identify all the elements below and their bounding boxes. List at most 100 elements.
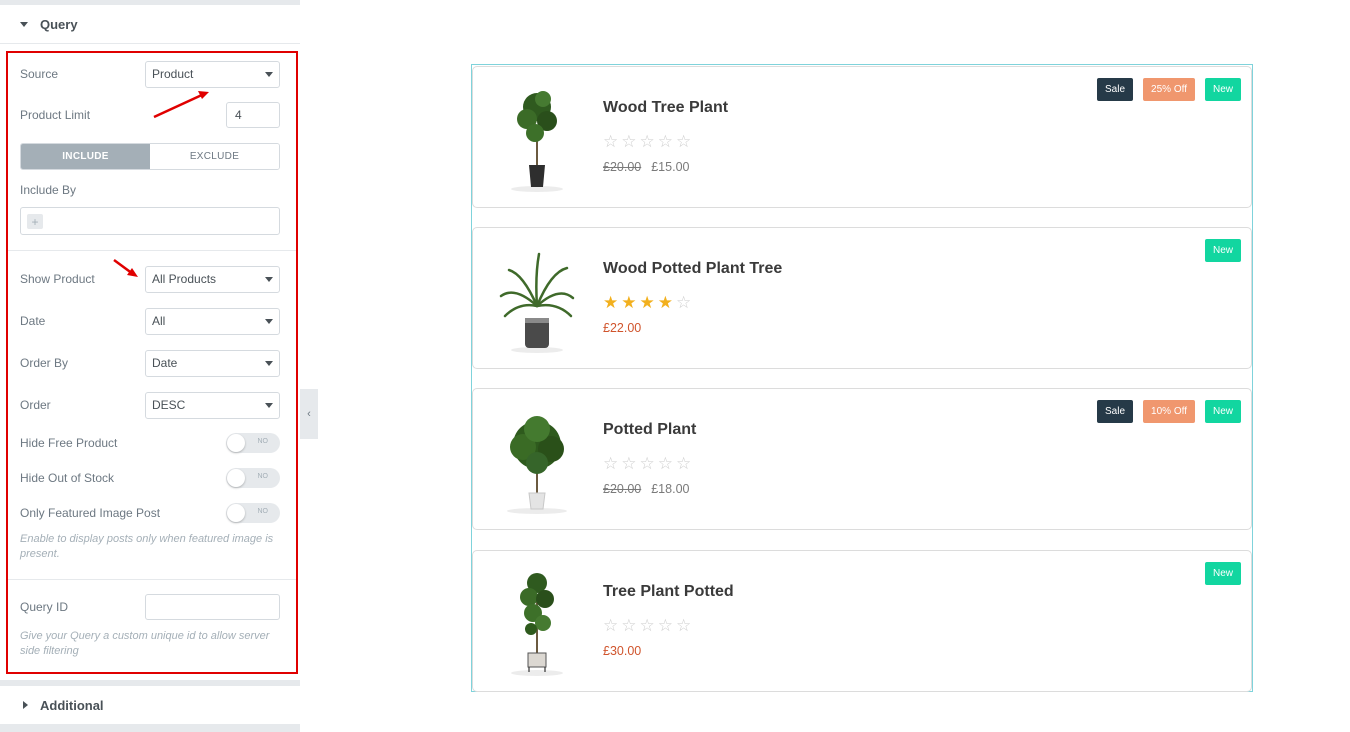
- badge-group: Sale 25% Off New: [1097, 78, 1241, 101]
- toggle-state: NO: [257, 473, 269, 480]
- star-icon: ☆: [639, 616, 655, 635]
- star-icon: ★: [603, 293, 619, 312]
- panel-collapse-button[interactable]: ‹: [300, 389, 318, 439]
- date-row: Date All: [20, 307, 280, 335]
- only-featured-toggle[interactable]: NO: [226, 503, 280, 523]
- star-icon: ★: [657, 293, 673, 312]
- badge-group: New: [1204, 239, 1241, 262]
- product-image: [507, 416, 567, 514]
- toggle-knob: [227, 504, 245, 522]
- star-rating: ☆ ☆ ☆ ☆ ☆: [603, 455, 691, 472]
- toggle-knob: [227, 434, 245, 452]
- additional-section-header[interactable]: Additional: [0, 686, 300, 724]
- hide-free-row: Hide Free Product NO: [20, 429, 280, 457]
- star-icon: ☆: [603, 616, 619, 635]
- order-value: DESC: [152, 398, 186, 412]
- current-price: £18.00: [651, 482, 690, 496]
- order-by-select[interactable]: Date: [145, 349, 280, 377]
- product-card[interactable]: Wood Tree Plant ☆ ☆ ☆ ☆ ☆ £20.00 £15.00 Sale…: [472, 66, 1252, 208]
- toggle-state: NO: [257, 438, 269, 445]
- sale-badge: Sale: [1097, 400, 1134, 423]
- hide-out-of-stock-toggle[interactable]: NO: [226, 468, 280, 488]
- annotation-arrows: [113, 91, 209, 277]
- star-rating: ☆ ☆ ☆ ☆ ☆: [603, 133, 691, 150]
- star-icon: ☆: [676, 454, 692, 473]
- discount-badge: 25% Off: [1143, 78, 1195, 101]
- query-id-hint: Give your Query a custom unique id to al…: [20, 630, 270, 657]
- query-id-input[interactable]: [145, 594, 280, 620]
- query-id-label: Query ID: [20, 600, 69, 614]
- product-price: £20.00 £15.00: [603, 160, 689, 174]
- star-icon: ☆: [676, 132, 692, 151]
- current-price: £15.00: [651, 160, 690, 174]
- order-row: Order DESC: [20, 391, 280, 419]
- new-badge: New: [1204, 239, 1241, 262]
- current-price: £22.00: [603, 321, 642, 335]
- product-image: [511, 91, 563, 192]
- featured-hint: Enable to display posts only when featur…: [20, 533, 274, 560]
- product-name[interactable]: Potted Plant: [603, 421, 696, 439]
- star-icon: ☆: [621, 454, 637, 473]
- order-label: Order: [20, 398, 51, 412]
- star-icon: ☆: [657, 616, 673, 635]
- star-icon: ☆: [657, 454, 673, 473]
- product-name[interactable]: Tree Plant Potted: [603, 583, 734, 601]
- chevron-down-icon: [265, 402, 273, 408]
- star-icon: ☆: [603, 454, 619, 473]
- hide-free-label: Hide Free Product: [20, 436, 118, 450]
- chevron-down-icon: [265, 318, 273, 324]
- product-image: [511, 573, 563, 676]
- toggle-knob: [227, 469, 245, 487]
- star-icon: ☆: [676, 616, 692, 635]
- product-name[interactable]: Wood Potted Plant Tree: [603, 260, 782, 278]
- star-icon: ★: [621, 293, 637, 312]
- badge-group: Sale 10% Off New: [1097, 400, 1241, 423]
- only-featured-label: Only Featured Image Post: [20, 506, 161, 520]
- toggle-state: NO: [257, 508, 269, 515]
- star-icon: ☆: [621, 616, 637, 635]
- product-price: £22.00: [603, 321, 641, 335]
- new-badge: New: [1204, 78, 1241, 101]
- star-rating: ★ ★ ★ ★ ☆: [603, 294, 691, 311]
- divider: [6, 579, 298, 580]
- hide-free-toggle[interactable]: NO: [226, 433, 280, 453]
- star-icon: ☆: [657, 132, 673, 151]
- caret-right-icon: [23, 701, 28, 709]
- hide-out-of-stock-label: Hide Out of Stock: [20, 471, 115, 485]
- star-rating: ☆ ☆ ☆ ☆ ☆: [603, 617, 691, 634]
- query-id-row: Query ID: [20, 593, 280, 621]
- date-select[interactable]: All: [145, 307, 280, 335]
- product-name[interactable]: Wood Tree Plant: [603, 99, 728, 117]
- star-icon: ☆: [676, 293, 692, 312]
- order-by-label: Order By: [20, 356, 69, 370]
- product-card[interactable]: Wood Potted Plant Tree ★ ★ ★ ★ ☆ £22.00 New: [472, 227, 1252, 369]
- additional-section-title: Additional: [40, 697, 104, 713]
- order-by-row: Order By Date: [20, 349, 280, 377]
- chevron-down-icon: [265, 360, 273, 366]
- product-image: [499, 252, 575, 353]
- new-badge: New: [1204, 562, 1241, 585]
- only-featured-row: Only Featured Image Post NO: [20, 499, 280, 527]
- current-price: £30.00: [603, 644, 642, 658]
- date-value: All: [152, 314, 166, 328]
- order-by-value: Date: [152, 356, 178, 370]
- product-card[interactable]: Potted Plant ☆ ☆ ☆ ☆ ☆ £20.00 £18.00 Sale 10…: [472, 388, 1252, 530]
- sale-badge: Sale: [1097, 78, 1134, 101]
- page: Query Source Product Product Limit 4 INC…: [0, 0, 1350, 732]
- product-price: £30.00: [603, 644, 641, 658]
- star-icon: ☆: [639, 454, 655, 473]
- hide-out-of-stock-row: Hide Out of Stock NO: [20, 464, 280, 492]
- date-label: Date: [20, 314, 46, 328]
- product-card[interactable]: Tree Plant Potted ☆ ☆ ☆ ☆ ☆ £30.00 New: [472, 550, 1252, 692]
- old-price: £20.00: [603, 482, 642, 496]
- old-price: £20.00: [603, 160, 642, 174]
- star-icon: ☆: [639, 132, 655, 151]
- order-select[interactable]: DESC: [145, 391, 280, 419]
- settings-panel: Query Source Product Product Limit 4 INC…: [0, 0, 300, 732]
- new-badge: New: [1204, 400, 1241, 423]
- star-icon: ★: [639, 293, 655, 312]
- product-price: £20.00 £18.00: [603, 482, 689, 496]
- chevron-left-icon: ‹: [307, 408, 311, 420]
- star-icon: ☆: [621, 132, 637, 151]
- arrow-source: [153, 92, 205, 119]
